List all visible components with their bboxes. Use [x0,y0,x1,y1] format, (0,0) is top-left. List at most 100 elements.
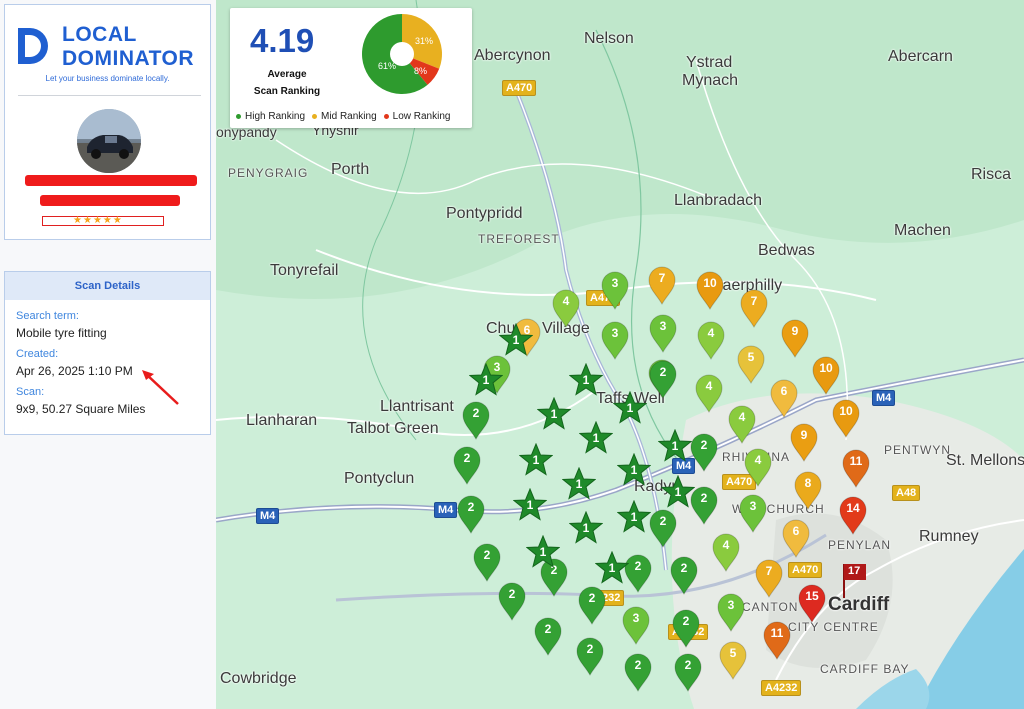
created-value: Apr 26, 2025 1:10 PM [16,364,133,378]
top-rank-star-pin[interactable]: 1 [612,390,648,425]
rank-pin[interactable]: 3 [716,592,746,633]
rank-pin[interactable]: 2 [497,581,527,622]
rank-pin[interactable]: 11 [841,448,871,489]
rank-pin[interactable]: 4 [711,532,741,573]
ranking-donut-chart: 61% 31% 8% [362,14,442,94]
rank-pin-label: 2 [508,587,516,601]
rank-pin[interactable]: 7 [739,288,769,329]
rank-pin[interactable]: 4 [696,320,726,361]
rank-pin[interactable]: 2 [456,494,486,535]
map-place: Llanharan [246,412,318,429]
rank-pin[interactable]: 10 [811,355,841,396]
rank-pin[interactable]: 2 [689,432,719,473]
rank-pin[interactable]: 7 [754,558,784,599]
rank-pin[interactable]: 5 [736,344,766,385]
rank-pin-label: 2 [467,500,475,514]
rank-pin[interactable]: 2 [648,508,678,549]
map-place: Pontypridd [446,205,523,222]
top-rank-star-pin[interactable]: 1 [578,420,614,455]
top-rank-star-pin[interactable]: 1 [561,466,597,501]
star-pin-label: 1 [608,561,616,575]
rank-pin[interactable]: 8 [793,470,823,511]
star-pin-label: 1 [532,453,540,467]
rank-pin[interactable]: 3 [738,493,768,534]
map-place: Tonyrefail [270,262,339,279]
rank-pin[interactable]: 2 [669,555,699,596]
star-pin-label: 1 [582,373,590,387]
rank-pin-label: 7 [750,294,758,308]
redacted-business-name [25,175,197,186]
star-pin-label: 1 [482,373,490,387]
rank-pin-label: 2 [588,591,596,605]
average-label-line1: Average [267,69,307,80]
rank-pin-label: 9 [791,324,799,338]
rank-pin-label: 2 [472,406,480,420]
rank-pin[interactable]: 10 [695,270,725,311]
star-pin-label: 1 [592,431,600,445]
top-rank-star-pin[interactable]: 1 [568,362,604,397]
rank-pin[interactable]: 9 [780,318,810,359]
road-shield: M4 [256,508,280,524]
divider [18,95,201,96]
rank-pin[interactable]: 4 [727,404,757,445]
top-rank-star-pin[interactable]: 1 [616,452,652,487]
rank-pin[interactable]: 2 [648,359,678,400]
top-rank-star-pin[interactable]: 1 [594,550,630,585]
rank-pin-label: 5 [729,646,737,660]
rank-pin[interactable]: 3 [648,313,678,354]
top-rank-star-pin[interactable]: 1 [536,396,572,431]
star-icon: ★ [73,215,82,226]
rank-pin[interactable]: 4 [743,447,773,488]
rank-pin[interactable]: 2 [461,400,491,441]
star-icon: ★ [102,215,112,226]
rank-pin[interactable]: 3 [600,320,630,361]
donut-low-label: 8% [414,66,427,76]
rank-pin[interactable]: 4 [694,373,724,414]
rank-pin[interactable]: 2 [575,636,605,677]
top-rank-star-pin[interactable]: 1 [616,499,652,534]
rank-pin[interactable]: 2 [472,542,502,583]
rank-pin[interactable]: 6 [769,378,799,419]
rank-pin-label: 5 [747,350,755,364]
rank-pin[interactable]: 11 [762,620,792,661]
top-rank-star-pin[interactable]: 1 [498,322,534,357]
top-rank-star-pin[interactable]: 1 [660,474,696,509]
rank-pin-label: 2 [684,658,692,672]
rank-pin[interactable]: 2 [452,445,482,486]
rank-pin[interactable]: 9 [789,422,819,463]
star-icon: ★ [92,215,102,226]
top-rank-star-pin[interactable]: 1 [525,534,561,569]
rank-pin[interactable]: 6 [781,518,811,559]
rank-pin[interactable]: 3 [600,270,630,311]
map-place: Abercarn [888,48,953,65]
rank-pin[interactable]: 2 [671,608,701,649]
rank-pin[interactable]: 15 [797,583,827,624]
business-location-flag[interactable]: 17 [840,562,868,605]
rank-pin[interactable]: 4 [551,288,581,329]
top-rank-star-pin[interactable]: 1 [518,442,554,477]
rank-pin[interactable]: 2 [577,585,607,626]
rank-pin-label: 3 [727,598,735,612]
rank-pin[interactable]: 2 [623,652,653,693]
rank-pin[interactable]: 14 [838,495,868,536]
top-rank-star-pin[interactable]: 1 [512,487,548,522]
map-view[interactable]: Nelson Ystrad Mynach Abercynon Abercarn … [216,0,1024,709]
left-panel: LOCAL DOMINATOR Let your business domina… [0,0,216,709]
rank-pin-label: 2 [483,548,491,562]
rank-pin[interactable]: 5 [718,640,748,681]
legend-mid: Mid Ranking [312,111,377,122]
average-label-line2: Scan Ranking [253,86,321,97]
rank-pin[interactable]: 7 [647,265,677,306]
map-place: Machen [894,222,951,239]
rank-pin[interactable]: 2 [533,616,563,657]
road-shield: M4 [872,390,896,406]
brand-word-local: LOCAL [62,23,137,46]
rank-pin[interactable]: 3 [621,605,651,646]
scan-value: 9x9, 50.27 Square Miles [16,402,146,416]
rank-pin[interactable]: 2 [673,652,703,693]
top-rank-star-pin[interactable]: 1 [468,362,504,397]
top-rank-star-pin[interactable]: 1 [657,428,693,463]
redacted-business-name-line2 [40,195,180,206]
top-rank-star-pin[interactable]: 1 [568,510,604,545]
rank-pin[interactable]: 10 [831,398,861,439]
